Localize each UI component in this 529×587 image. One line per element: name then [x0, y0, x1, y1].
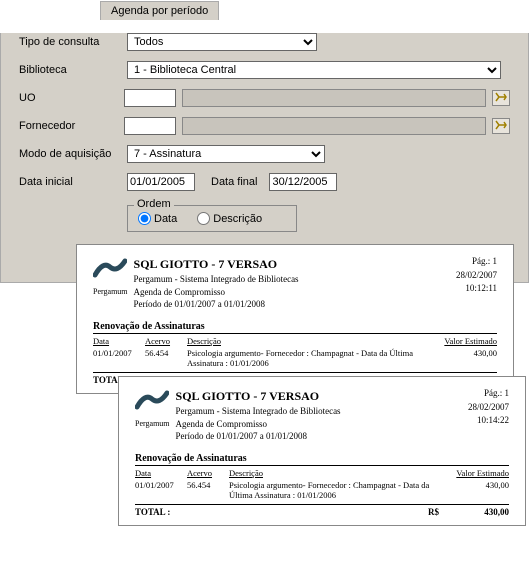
- ordem-group: Ordem Data Descrição: [127, 205, 297, 232]
- report-date: 28/02/2007: [456, 269, 497, 283]
- report-table-header: Data Acervo Descrição Valor Estimado: [93, 336, 497, 346]
- report-time: 10:14:22: [468, 414, 509, 428]
- report-sub3: Período de 01/01/2007 a 01/01/2008: [134, 298, 299, 311]
- lookup-icon: [495, 120, 507, 133]
- report-section-title: Renovação de Assinaturas: [135, 453, 509, 466]
- biblioteca-label: Biblioteca: [19, 64, 121, 76]
- report-sub1: Pergamum - Sistema Integrado de Bibliote…: [176, 405, 341, 418]
- modo-aquisicao-select[interactable]: 7 - Assinatura: [127, 145, 325, 163]
- fornecedor-code-input[interactable]: [124, 117, 176, 135]
- report-page: Pág.: 1: [468, 387, 509, 401]
- ordem-desc-radio-input[interactable]: [197, 212, 210, 225]
- ordem-data-radio-input[interactable]: [138, 212, 151, 225]
- ordem-desc-radio[interactable]: Descrição: [197, 212, 262, 225]
- report-sub2: Agenda de Compromisso: [134, 286, 299, 299]
- uo-label: UO: [19, 92, 118, 104]
- report-preview-2: Pergamum SQL GIOTTO - 7 VERSAO Pergamum …: [118, 376, 526, 526]
- data-inicial-label: Data inicial: [19, 176, 121, 188]
- report-sub1: Pergamum - Sistema Integrado de Bibliote…: [134, 273, 299, 286]
- report-row: 01/01/2007 56.454 Psicologia argumento- …: [135, 480, 509, 500]
- data-inicial-input[interactable]: [127, 173, 195, 191]
- biblioteca-select[interactable]: 1 - Biblioteca Central: [127, 61, 501, 79]
- tab-agenda-periodo[interactable]: Agenda por período: [100, 1, 219, 20]
- ordem-desc-radio-label: Descrição: [213, 213, 262, 225]
- tipo-consulta-select[interactable]: Todos: [127, 33, 317, 51]
- report-sub3: Período de 01/01/2007 a 01/01/2008: [176, 430, 341, 443]
- uo-code-input[interactable]: [124, 89, 176, 107]
- report-title: SQL GIOTTO - 7 VERSAO: [176, 389, 341, 404]
- report-row: 01/01/2007 56.454 Psicologia argumento- …: [93, 348, 497, 368]
- report-preview-1: Pergamum SQL GIOTTO - 7 VERSAO Pergamum …: [76, 244, 514, 394]
- report-time: 10:12:11: [456, 282, 497, 296]
- report-page: Pág.: 1: [456, 255, 497, 269]
- data-final-input[interactable]: [269, 173, 337, 191]
- report-section-title: Renovação de Assinaturas: [93, 321, 497, 334]
- data-final-label: Data final: [211, 176, 257, 188]
- ordem-legend: Ordem: [134, 198, 174, 210]
- report-sub2: Agenda de Compromisso: [176, 418, 341, 431]
- ordem-data-radio-label: Data: [154, 213, 177, 225]
- fornecedor-name-display: [182, 117, 486, 135]
- uo-name-display: [182, 89, 486, 107]
- uo-lookup-button[interactable]: [492, 90, 510, 106]
- report-date: 28/02/2007: [468, 401, 509, 415]
- ordem-data-radio[interactable]: Data: [138, 212, 177, 225]
- report-title: SQL GIOTTO - 7 VERSAO: [134, 257, 299, 272]
- report-total: TOTAL : R$ 430,00: [135, 504, 509, 517]
- tipo-consulta-label: Tipo de consulta: [19, 36, 121, 48]
- fornecedor-label: Fornecedor: [19, 120, 118, 132]
- lookup-icon: [495, 92, 507, 105]
- fornecedor-lookup-button[interactable]: [492, 118, 510, 134]
- pergamum-logo: Pergamum: [135, 387, 170, 443]
- pergamum-logo: Pergamum: [93, 255, 128, 311]
- report-table-header: Data Acervo Descrição Valor Estimado: [135, 468, 509, 478]
- modo-aquisicao-label: Modo de aquisição: [19, 148, 121, 160]
